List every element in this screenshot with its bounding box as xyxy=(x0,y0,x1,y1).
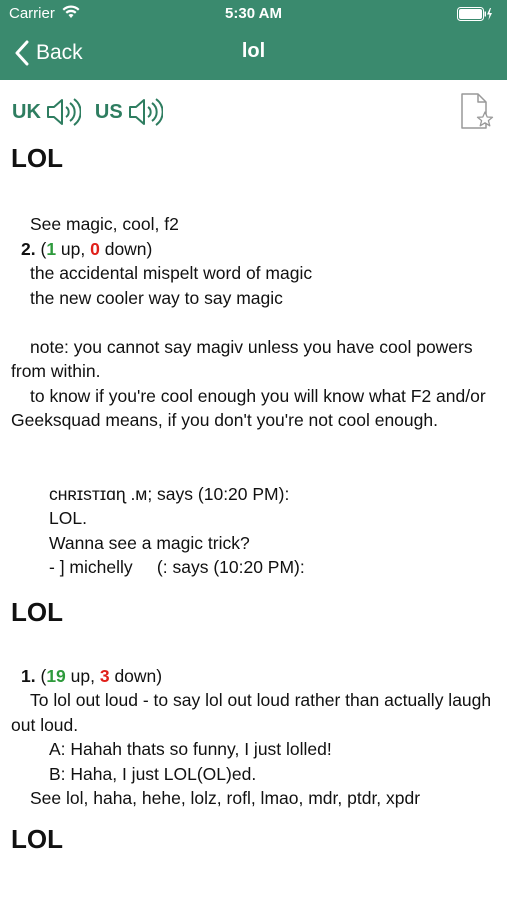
favorite-document-icon[interactable] xyxy=(459,92,495,132)
definition-paragraph: To lol out loud - to say lol out loud ra… xyxy=(11,690,492,735)
definition-content: LOL See magic, cool, f2 2. (1 up, 0 down… xyxy=(11,140,499,857)
chat-line: Wanna see a magic trick? xyxy=(49,532,250,553)
definition-number: 1. xyxy=(21,665,36,686)
upvote-word: up, xyxy=(56,238,91,259)
uk-label: UK xyxy=(12,100,41,123)
note-paragraph: to know if you're cool enough you will k… xyxy=(11,385,486,431)
downvote-word: down) xyxy=(109,665,163,686)
vote-open: ( xyxy=(35,665,47,686)
entry-heading: LOL xyxy=(11,143,63,173)
chat-line: - ] michelly (: says (10:20 PM): xyxy=(49,557,305,577)
entry-heading: LOL xyxy=(11,823,63,854)
battery-icon xyxy=(457,7,492,21)
downvote-word: down) xyxy=(99,238,153,259)
us-label: US xyxy=(94,100,123,123)
chat-line: LOL. xyxy=(49,508,87,528)
upvote-count: 19 xyxy=(46,665,66,686)
definition-number: 2. xyxy=(21,238,36,259)
example-line: B: Haha, I just LOL(OL)ed. xyxy=(49,763,257,784)
downvote-count: 0 xyxy=(90,238,100,259)
page-title: lol xyxy=(241,40,266,62)
note-paragraph: note: you cannot say magiv unless you ha… xyxy=(11,336,473,382)
upvote-count: 1 xyxy=(46,238,57,259)
see-also-line: See lol, haha, hehe, lolz, rofl, lmao, m… xyxy=(30,788,421,808)
vote-open: ( xyxy=(35,238,47,259)
definition-line: the new cooler way to say magic xyxy=(30,287,283,308)
vote-line: 2. (1 up, 0 down) xyxy=(11,237,499,262)
downvote-count: 3 xyxy=(99,665,110,686)
upvote-word: up, xyxy=(65,665,100,686)
vote-line: 1. (19 up, 3 down) xyxy=(11,664,499,689)
status-time: 5:30 AM xyxy=(225,5,282,22)
pronunciation-bar: UK US xyxy=(12,95,177,129)
example-line: A: Hahah thats so funny, I just lolled! xyxy=(49,739,332,759)
see-also-line: See magic, cool, f2 xyxy=(30,214,179,234)
status-bar: Carrier 5:30 AM xyxy=(0,0,507,28)
navigation-bar: Back lol xyxy=(0,28,507,80)
chat-line: ᴄʜʀɪsᴛɪɑɳ .ᴍ; says (10:20 PM): xyxy=(49,483,290,504)
speaker-icon[interactable] xyxy=(127,95,163,129)
entry-heading: LOL xyxy=(11,596,63,627)
speaker-icon[interactable] xyxy=(45,95,81,129)
definition-line: the accidental mispelt word of magic xyxy=(30,263,313,283)
